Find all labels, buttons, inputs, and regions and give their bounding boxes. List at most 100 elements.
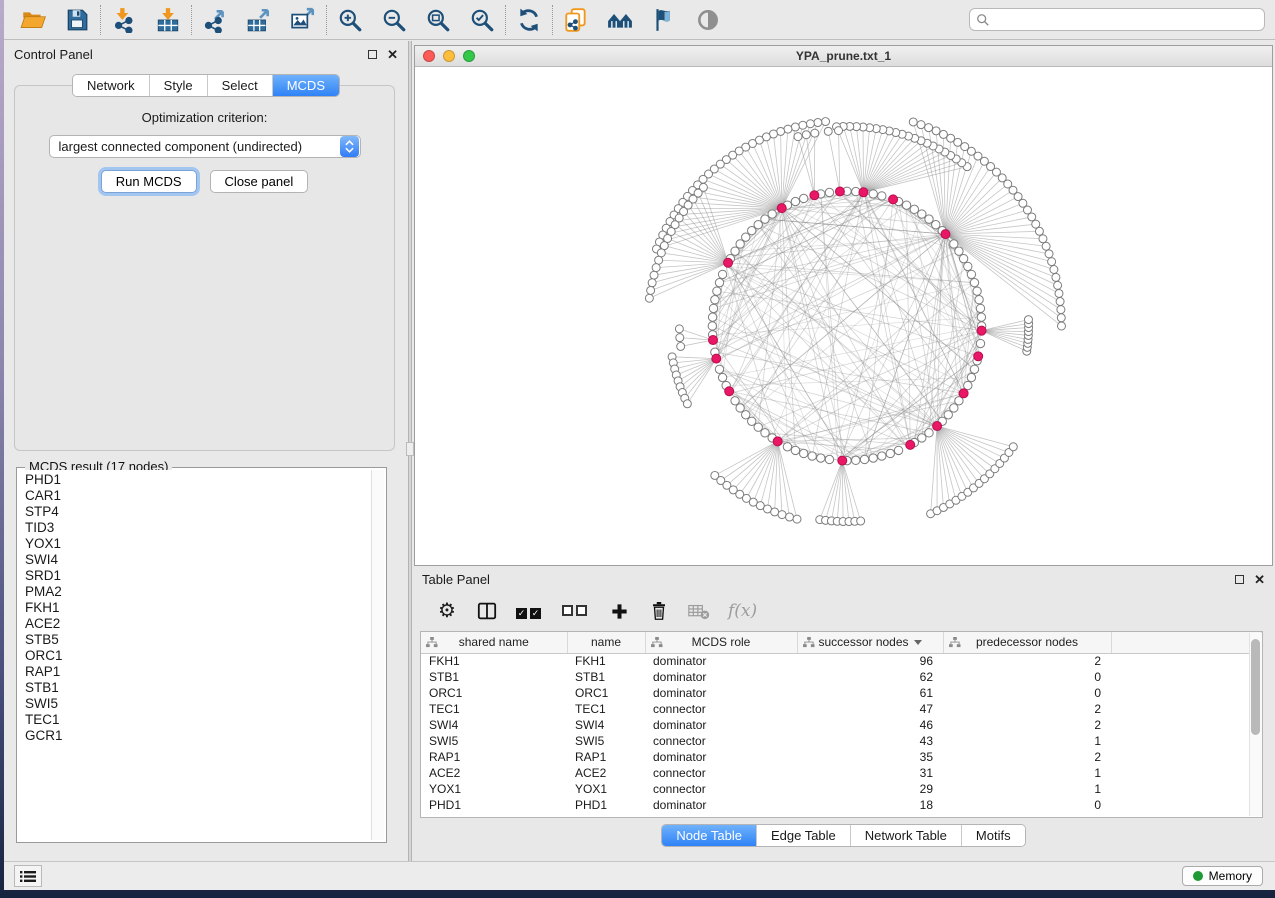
cell-predecessor-nodes[interactable]: 2 — [943, 701, 1111, 717]
mcds-result-item[interactable]: GCR1 — [25, 728, 371, 744]
toggle-split-pane-button[interactable] — [476, 599, 498, 623]
toolbar-button-import-network[interactable] — [109, 5, 139, 35]
table-row[interactable]: STB1STB1dominator620 — [421, 669, 1262, 685]
cell-successor-nodes[interactable]: 46 — [797, 717, 943, 733]
toolbar-button-flag-tool[interactable] — [649, 5, 679, 35]
close-panel-icon[interactable]: ✕ — [387, 50, 398, 59]
criterion-select[interactable]: largest connected component (undirected) — [49, 135, 361, 158]
cell-name[interactable]: PHD1 — [567, 797, 645, 813]
cell-MCDS-role[interactable]: connector — [645, 701, 797, 717]
toolbar-button-zoom-in[interactable] — [335, 5, 365, 35]
mcds-result-item[interactable]: TEC1 — [25, 712, 371, 728]
cell-shared-name[interactable]: YOX1 — [421, 781, 567, 797]
toolbar-button-export-network[interactable] — [200, 5, 230, 35]
table-scrollbar-thumb[interactable] — [1251, 639, 1260, 735]
cell-predecessor-nodes[interactable]: 1 — [943, 781, 1111, 797]
delete-columns-button[interactable] — [648, 599, 670, 623]
mcds-result-list[interactable]: PHD1CAR1STP4TID3YOX1SWI4SRD1PMA2FKH1ACE2… — [19, 470, 371, 840]
cell-predecessor-nodes[interactable]: 2 — [943, 653, 1111, 669]
cell-name[interactable]: SWI5 — [567, 733, 645, 749]
result-list-scrollbar[interactable] — [371, 470, 384, 840]
network-graph[interactable] — [415, 67, 1272, 565]
show-panels-list-button[interactable] — [14, 865, 42, 887]
deselect-all-button[interactable] — [562, 599, 590, 623]
table-row[interactable]: FKH1FKH1dominator962 — [421, 653, 1262, 669]
table-row[interactable]: RAP1RAP1dominator352 — [421, 749, 1262, 765]
mcds-result-item[interactable]: PHD1 — [25, 472, 371, 488]
toolbar-button-export-table[interactable] — [244, 5, 274, 35]
table-row[interactable]: SWI5SWI5connector431 — [421, 733, 1262, 749]
splitter-grip[interactable] — [406, 442, 414, 456]
mcds-result-item[interactable]: SWI4 — [25, 552, 371, 568]
table-scrollbar[interactable] — [1249, 633, 1262, 816]
table-row[interactable]: TEC1TEC1connector472 — [421, 701, 1262, 717]
mcds-result-item[interactable]: TID3 — [25, 520, 371, 536]
cell-MCDS-role[interactable]: connector — [645, 781, 797, 797]
close-table-panel-icon[interactable]: ✕ — [1254, 575, 1265, 584]
column-header-shared-name[interactable]: shared name — [421, 632, 567, 653]
memory-button[interactable]: Memory — [1182, 866, 1263, 886]
cell-successor-nodes[interactable]: 29 — [797, 781, 943, 797]
cell-MCDS-role[interactable]: dominator — [645, 669, 797, 685]
toolbar-button-open-session[interactable] — [18, 5, 48, 35]
mcds-result-item[interactable]: YOX1 — [25, 536, 371, 552]
cell-MCDS-role[interactable]: connector — [645, 733, 797, 749]
float-panel-icon[interactable] — [368, 50, 377, 59]
toolbar-button-show-hide-eye[interactable] — [693, 5, 723, 35]
cell-shared-name[interactable]: STB1 — [421, 669, 567, 685]
cell-MCDS-role[interactable]: dominator — [645, 717, 797, 733]
cell-successor-nodes[interactable]: 43 — [797, 733, 943, 749]
add-column-button[interactable] — [608, 599, 630, 623]
cell-MCDS-role[interactable]: dominator — [645, 653, 797, 669]
tab-select[interactable]: Select — [208, 75, 273, 96]
cell-successor-nodes[interactable]: 31 — [797, 765, 943, 781]
cell-MCDS-role[interactable]: dominator — [645, 797, 797, 813]
network-canvas[interactable] — [415, 67, 1272, 565]
cell-name[interactable]: FKH1 — [567, 653, 645, 669]
column-header-predecessor-nodes[interactable]: predecessor nodes — [943, 632, 1111, 653]
cell-name[interactable]: ACE2 — [567, 765, 645, 781]
column-header-name[interactable]: name — [567, 632, 645, 653]
cell-successor-nodes[interactable]: 96 — [797, 653, 943, 669]
search-input[interactable] — [994, 13, 1258, 27]
cell-successor-nodes[interactable]: 62 — [797, 669, 943, 685]
mcds-result-item[interactable]: CAR1 — [25, 488, 371, 504]
cell-predecessor-nodes[interactable]: 0 — [943, 685, 1111, 701]
toolbar-button-export-image[interactable] — [288, 5, 318, 35]
cell-shared-name[interactable]: RAP1 — [421, 749, 567, 765]
network-window-titlebar[interactable]: YPA_prune.txt_1 — [415, 46, 1272, 67]
mcds-result-item[interactable]: STP4 — [25, 504, 371, 520]
mcds-result-item[interactable]: ORC1 — [25, 648, 371, 664]
cell-shared-name[interactable]: FKH1 — [421, 653, 567, 669]
tab-style[interactable]: Style — [150, 75, 208, 96]
cell-name[interactable]: TEC1 — [567, 701, 645, 717]
table-row[interactable]: ORC1ORC1dominator610 — [421, 685, 1262, 701]
cell-MCDS-role[interactable]: connector — [645, 765, 797, 781]
cell-name[interactable]: ORC1 — [567, 685, 645, 701]
cell-successor-nodes[interactable]: 18 — [797, 797, 943, 813]
mcds-result-item[interactable]: ACE2 — [25, 616, 371, 632]
mcds-result-item[interactable]: SRD1 — [25, 568, 371, 584]
toolbar-button-zoom-selected[interactable] — [467, 5, 497, 35]
tab-motifs[interactable]: Motifs — [962, 825, 1025, 846]
close-panel-button[interactable]: Close panel — [210, 170, 309, 193]
float-table-panel-icon[interactable] — [1235, 575, 1244, 584]
cell-predecessor-nodes[interactable]: 2 — [943, 717, 1111, 733]
table-row[interactable]: YOX1YOX1connector291 — [421, 781, 1262, 797]
table-row[interactable]: ACE2ACE2connector311 — [421, 765, 1262, 781]
tab-network-table[interactable]: Network Table — [851, 825, 962, 846]
toolbar-button-save-session[interactable] — [62, 5, 92, 35]
tab-network[interactable]: Network — [73, 75, 150, 96]
cell-predecessor-nodes[interactable]: 1 — [943, 765, 1111, 781]
cell-predecessor-nodes[interactable]: 0 — [943, 797, 1111, 813]
cell-successor-nodes[interactable]: 35 — [797, 749, 943, 765]
cell-name[interactable]: RAP1 — [567, 749, 645, 765]
column-header-MCDS-role[interactable]: MCDS role — [645, 632, 797, 653]
toolbar-button-first-neighbors[interactable] — [605, 5, 635, 35]
column-header-successor-nodes[interactable]: successor nodes — [797, 632, 943, 653]
cell-predecessor-nodes[interactable]: 1 — [943, 733, 1111, 749]
cell-predecessor-nodes[interactable]: 0 — [943, 669, 1111, 685]
tab-node-table[interactable]: Node Table — [662, 825, 757, 846]
tab-mcds[interactable]: MCDS — [273, 75, 339, 96]
select-all-button[interactable]: ✓✓ — [516, 599, 544, 623]
